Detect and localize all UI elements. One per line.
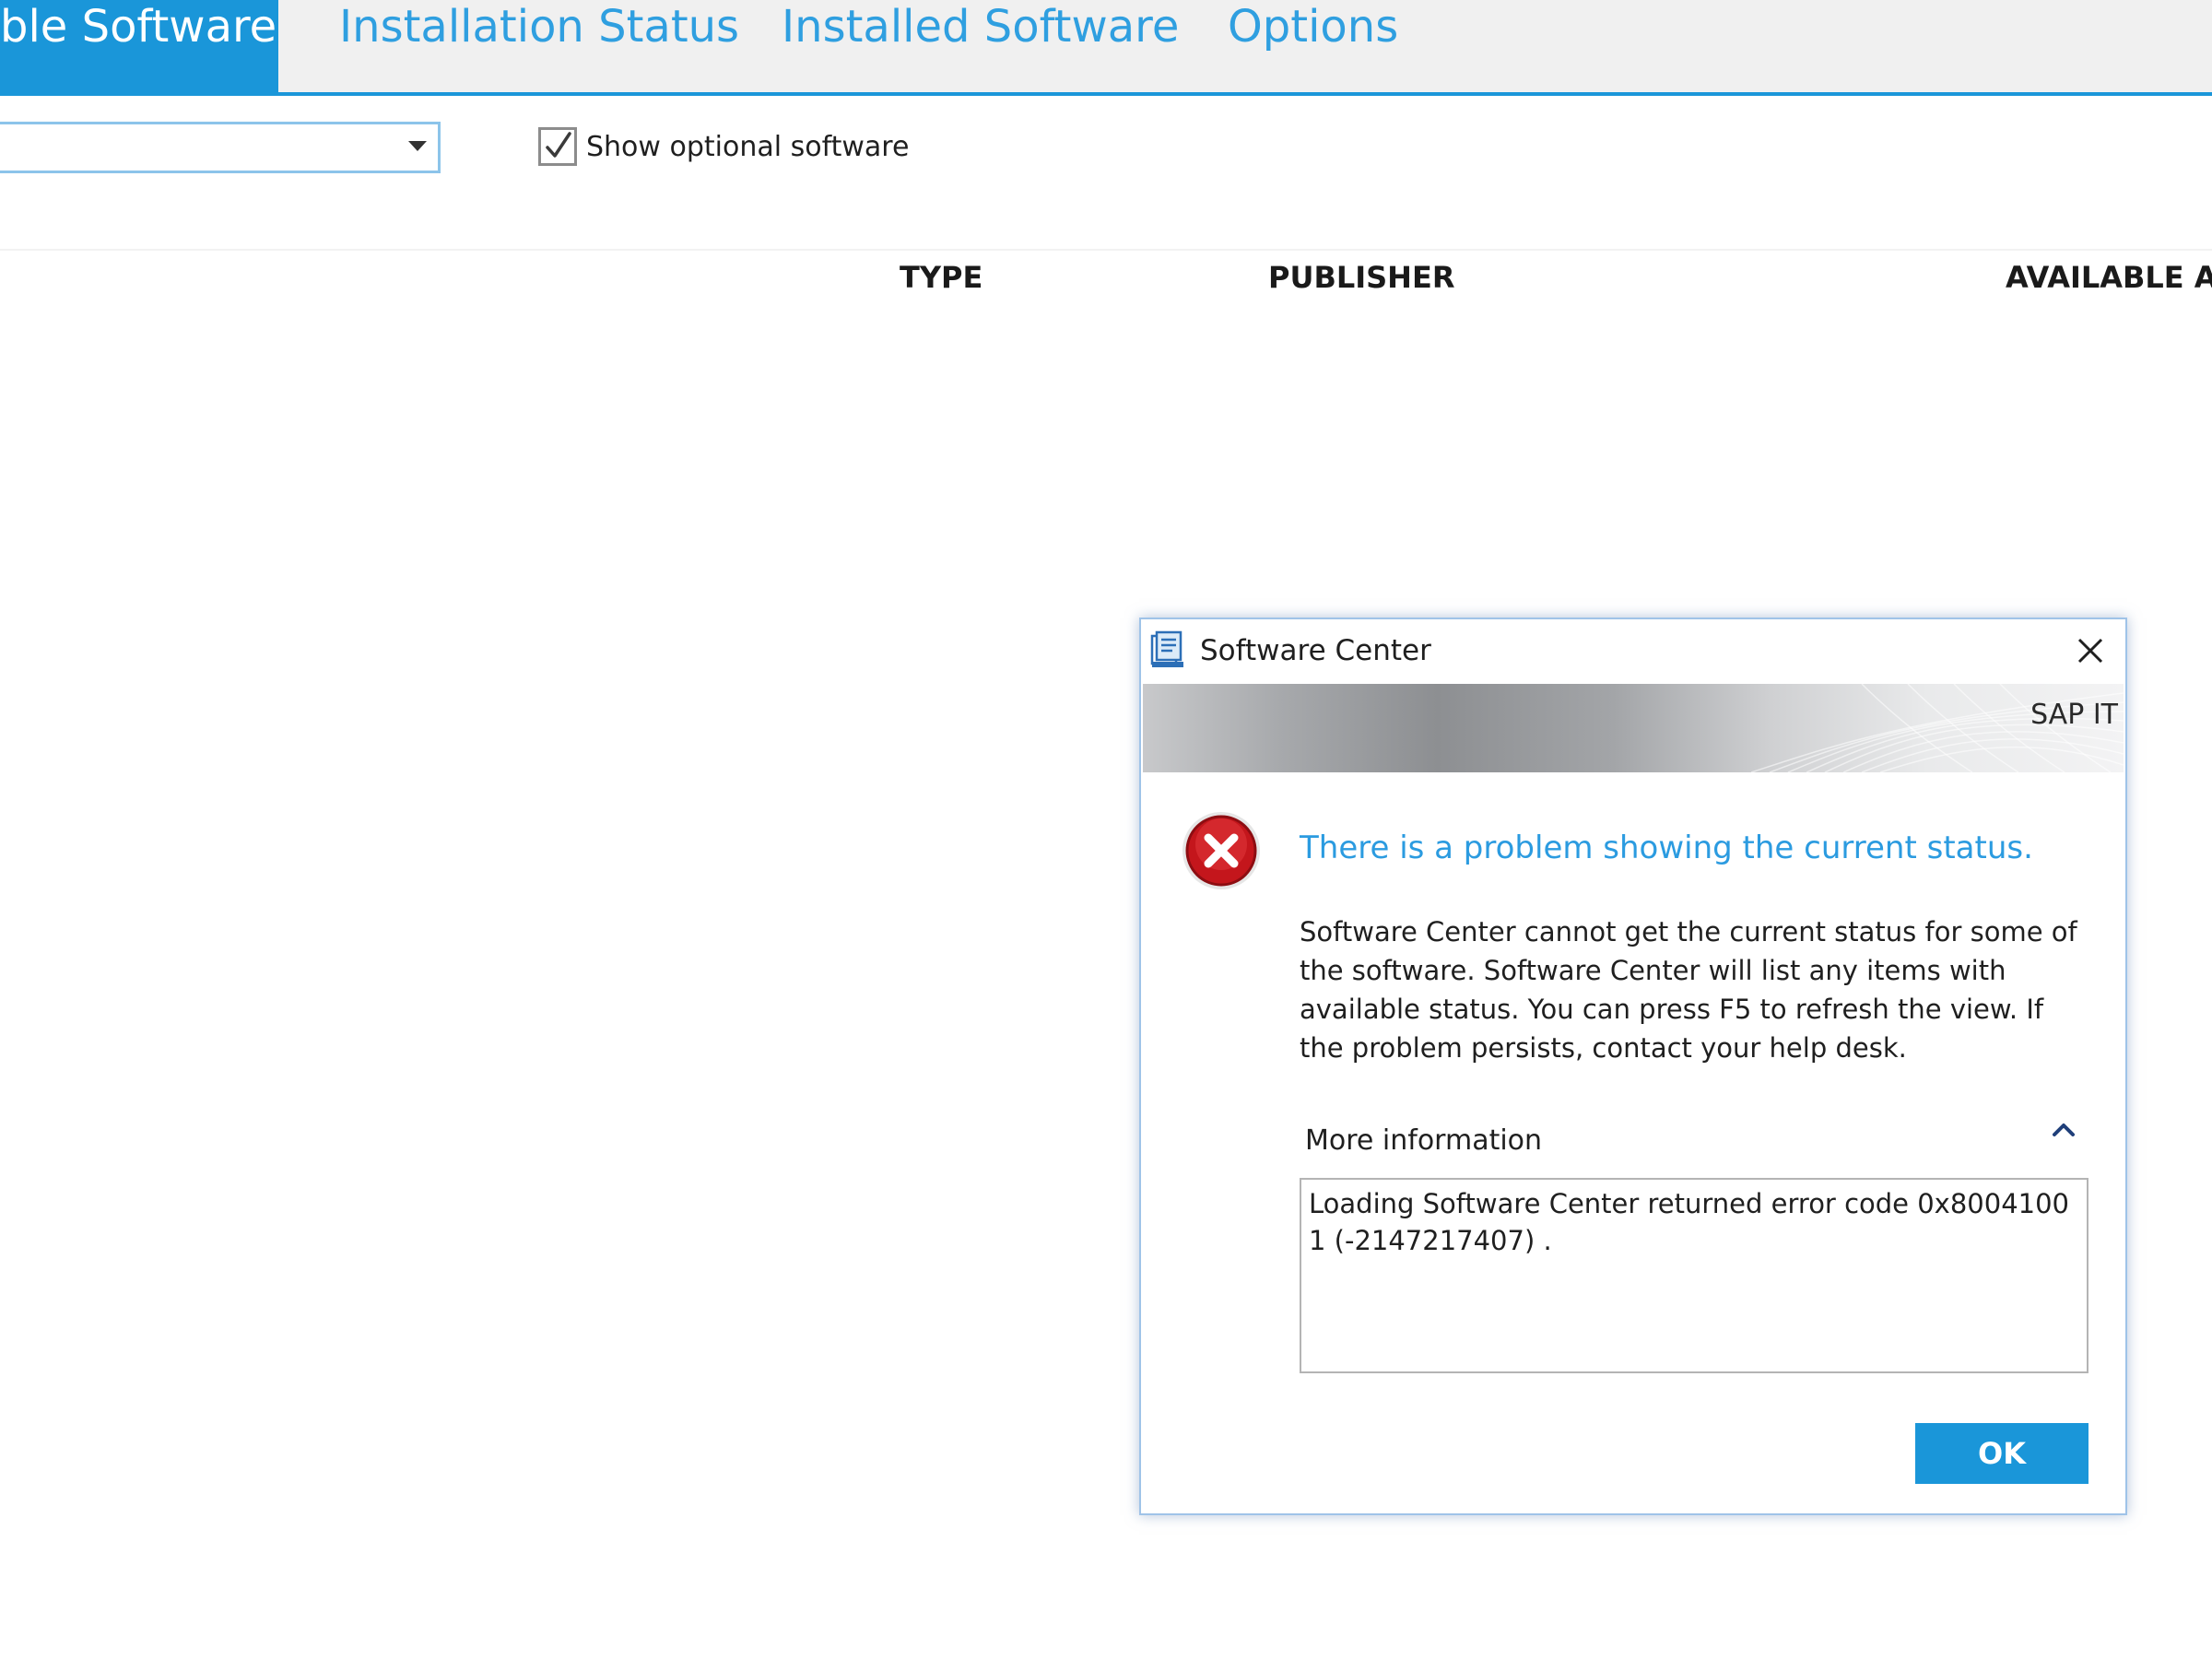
tab-installed-software[interactable]: Installed Software	[782, 0, 1179, 92]
tab-installation-status[interactable]: Installation Status	[339, 0, 739, 92]
more-info-toggle[interactable]	[2041, 1108, 2088, 1156]
checkmark-icon	[546, 132, 571, 158]
tab-options[interactable]: Options	[1228, 0, 1398, 92]
divider	[0, 249, 2212, 251]
column-header-type[interactable]: TYPE	[900, 258, 982, 297]
column-header-available-after[interactable]: AVAILABLE AFT	[2006, 258, 2212, 297]
tab-label: Options	[1228, 1, 1399, 53]
error-details-textbox[interactable]: Loading Software Center returned error c…	[1300, 1178, 2088, 1373]
show-optional-label[interactable]: Show optional software	[586, 129, 909, 166]
tab-available-software[interactable]: ble Software	[0, 0, 278, 92]
show-optional-checkbox[interactable]	[538, 127, 577, 166]
software-center-window: ble Software Installation Status Install…	[0, 0, 2212, 1659]
chevron-down-icon	[408, 141, 427, 151]
dialog-title: Software Center	[1200, 634, 1431, 667]
close-button[interactable]	[2063, 623, 2118, 678]
tab-label: Installation Status	[339, 1, 740, 53]
more-info-label: More information	[1305, 1124, 1543, 1157]
dialog-message: Software Center cannot get the current s…	[1300, 916, 2077, 1064]
error-dialog: Software Center SAP IT There is a proble…	[1139, 618, 2127, 1515]
dialog-banner: SAP IT	[1143, 684, 2124, 772]
software-center-icon	[1150, 630, 1183, 667]
banner-brand-label: SAP IT	[2030, 699, 2118, 731]
filter-dropdown[interactable]	[0, 122, 441, 173]
tab-bar: ble Software Installation Status Install…	[0, 0, 2212, 96]
column-header-publisher[interactable]: PUBLISHER	[1268, 258, 1454, 297]
ok-button[interactable]: OK	[1915, 1423, 2088, 1484]
tab-label: Installed Software	[782, 1, 1180, 53]
tab-label: ble Software	[0, 1, 277, 53]
dialog-heading: There is a problem showing the current s…	[1300, 830, 2033, 866]
error-icon	[1182, 812, 1260, 889]
close-icon	[2077, 638, 2103, 664]
chevron-up-icon	[2053, 1124, 2075, 1136]
dialog-title-bar: Software Center	[1141, 619, 2125, 682]
